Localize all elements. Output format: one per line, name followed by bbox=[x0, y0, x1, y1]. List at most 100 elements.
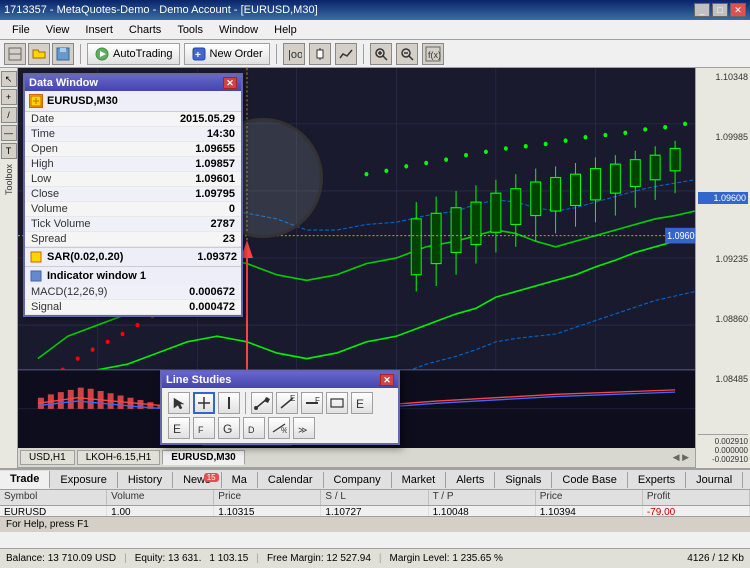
toolbar-new-chart[interactable] bbox=[4, 43, 26, 65]
chart-tab-lkoh[interactable]: LKOH-6.15,H1 bbox=[77, 450, 161, 465]
ls-vline-button[interactable] bbox=[218, 392, 240, 414]
line-studies-toolbar: E F E E F G D % ≫ bbox=[162, 388, 398, 443]
toolbar: AutoTrading + New Order |oo f(x) bbox=[0, 40, 750, 68]
status-margin-level: Margin Level: 1 235.65 % bbox=[390, 553, 503, 564]
menu-file[interactable]: File bbox=[4, 22, 38, 38]
tab-trade[interactable]: Trade bbox=[0, 471, 50, 489]
tab-codebase[interactable]: Code Base bbox=[552, 472, 627, 488]
toolbar-sep-3 bbox=[363, 44, 364, 64]
line-studies-close-button[interactable]: ✕ bbox=[380, 374, 394, 386]
ls-crosshair-button[interactable] bbox=[193, 392, 215, 414]
tab-market[interactable]: Market bbox=[392, 472, 447, 488]
status-something: 1 103.15 bbox=[209, 553, 248, 564]
titlebar-buttons: _ □ ✕ bbox=[694, 3, 746, 17]
data-row-close: Close 1.09795 bbox=[25, 187, 241, 202]
toolbar-bars[interactable]: |oo bbox=[283, 43, 305, 65]
statusbar: Balance: 13 710.09 USD | Equity: 13 631.… bbox=[0, 548, 750, 568]
svg-text:|oo: |oo bbox=[288, 49, 302, 61]
th-tp: T / P bbox=[429, 490, 536, 505]
menu-insert[interactable]: Insert bbox=[77, 22, 121, 38]
minimize-button[interactable]: _ bbox=[694, 3, 710, 17]
indicator-window1: Indicator window 1 bbox=[25, 266, 241, 285]
data-window-close-button[interactable]: ✕ bbox=[223, 77, 237, 89]
toolbar-zoom-out[interactable] bbox=[396, 43, 418, 65]
toolbar-candles[interactable] bbox=[309, 43, 331, 65]
ls-fibonacci-button[interactable]: % bbox=[268, 417, 290, 439]
toolbar-zoom-in[interactable] bbox=[370, 43, 392, 65]
tab-company[interactable]: Company bbox=[324, 472, 392, 488]
line-studies-title-text: Line Studies bbox=[166, 374, 231, 386]
toolbar-line[interactable] bbox=[335, 43, 357, 65]
ls-channel-button[interactable] bbox=[326, 392, 348, 414]
help-text: For Help, press F1 bbox=[6, 519, 89, 530]
ls-ray-button[interactable]: E bbox=[276, 392, 298, 414]
tab-journal[interactable]: Journal bbox=[686, 472, 743, 488]
ls-trend-button[interactable] bbox=[251, 392, 273, 414]
data-row-date: Date 2015.05.29 bbox=[25, 112, 241, 127]
ls-rectangle-button[interactable]: G bbox=[218, 417, 240, 439]
ls-pitchfork-button[interactable]: E bbox=[351, 392, 373, 414]
left-toolbox: ↖ + / — T Toolbox bbox=[0, 68, 18, 468]
toolbox-label: Toolbox bbox=[4, 164, 14, 195]
svg-text:E: E bbox=[173, 422, 181, 436]
toolbar-open[interactable] bbox=[28, 43, 50, 65]
data-window-titlebar: Data Window ✕ bbox=[25, 75, 241, 91]
menu-charts[interactable]: Charts bbox=[121, 22, 169, 38]
data-row-low: Low 1.09601 bbox=[25, 172, 241, 187]
chart-tab-eurusdm30[interactable]: EURUSD,M30 bbox=[162, 450, 244, 465]
price-label-4: 1.08860 bbox=[698, 314, 748, 324]
line-studies-titlebar: Line Studies ✕ bbox=[162, 372, 398, 388]
toolbox-text[interactable]: T bbox=[1, 143, 17, 159]
line-studies-dialog: Line Studies ✕ E F bbox=[160, 370, 400, 445]
data-window-title-text: Data Window bbox=[29, 77, 98, 89]
tab-exposure[interactable]: Exposure bbox=[50, 472, 117, 488]
menu-help[interactable]: Help bbox=[266, 22, 305, 38]
toolbox-hline[interactable]: — bbox=[1, 125, 17, 141]
tab-calendar[interactable]: Calendar bbox=[258, 472, 324, 488]
th-price2: Price bbox=[536, 490, 643, 505]
toolbox-line[interactable]: / bbox=[1, 107, 17, 123]
ls-label-button[interactable]: F bbox=[193, 417, 215, 439]
price-label-5: 1.08485 bbox=[698, 374, 748, 384]
toolbar-save[interactable] bbox=[52, 43, 74, 65]
data-row-spread: Spread 23 bbox=[25, 232, 241, 247]
close-button[interactable]: ✕ bbox=[730, 3, 746, 17]
ls-text-button[interactable]: E bbox=[168, 417, 190, 439]
data-row-high: High 1.09857 bbox=[25, 157, 241, 172]
menu-tools[interactable]: Tools bbox=[169, 22, 211, 38]
svg-text:+: + bbox=[195, 50, 201, 61]
tab-mailbox[interactable]: Ma bbox=[222, 472, 258, 488]
toolbox-cursor[interactable]: ↖ bbox=[1, 71, 17, 87]
maximize-button[interactable]: □ bbox=[712, 3, 728, 17]
ls-ellipse-button[interactable]: D bbox=[243, 417, 265, 439]
menubar: File View Insert Charts Tools Window Hel… bbox=[0, 20, 750, 40]
th-volume: Volume bbox=[107, 490, 214, 505]
toolbar-indicators[interactable]: f(x) bbox=[422, 43, 444, 65]
autotrading-button[interactable]: AutoTrading bbox=[87, 43, 180, 65]
chart-tab-usdh1[interactable]: USD,H1 bbox=[20, 450, 75, 465]
svg-text:E: E bbox=[290, 395, 295, 403]
titlebar-title: 1713357 - MetaQuotes-Demo - Demo Account… bbox=[4, 4, 318, 16]
menu-view[interactable]: View bbox=[38, 22, 78, 38]
tab-experts[interactable]: Experts bbox=[628, 472, 686, 488]
svg-text:F: F bbox=[315, 396, 320, 405]
menu-window[interactable]: Window bbox=[211, 22, 266, 38]
tab-news[interactable]: News15 bbox=[173, 472, 222, 488]
tab-signals[interactable]: Signals bbox=[495, 472, 552, 488]
price-label-top: 1.10348 bbox=[698, 72, 748, 82]
toolbar-sep-1 bbox=[80, 44, 81, 64]
ls-hline-button[interactable]: F bbox=[301, 392, 323, 414]
tab-history[interactable]: History bbox=[118, 472, 173, 488]
sar-icon bbox=[29, 250, 43, 264]
ls-more-button[interactable]: ≫ bbox=[293, 417, 315, 439]
price-label-1: 1.09985 bbox=[698, 132, 748, 142]
tab-alerts[interactable]: Alerts bbox=[446, 472, 495, 488]
ls-cursor-button[interactable] bbox=[168, 392, 190, 414]
new-order-button[interactable]: + New Order bbox=[184, 43, 270, 65]
th-sl: S / L bbox=[321, 490, 428, 505]
status-equity: Equity: 13 631. bbox=[135, 553, 202, 564]
chart-tabs: USD,H1 LKOH-6.15,H1 EURUSD,M30 ◀ ▶ bbox=[18, 448, 695, 468]
th-symbol: Symbol bbox=[0, 490, 107, 505]
toolbox-crosshair[interactable]: + bbox=[1, 89, 17, 105]
svg-text:1.09600: 1.09600 bbox=[667, 231, 695, 243]
